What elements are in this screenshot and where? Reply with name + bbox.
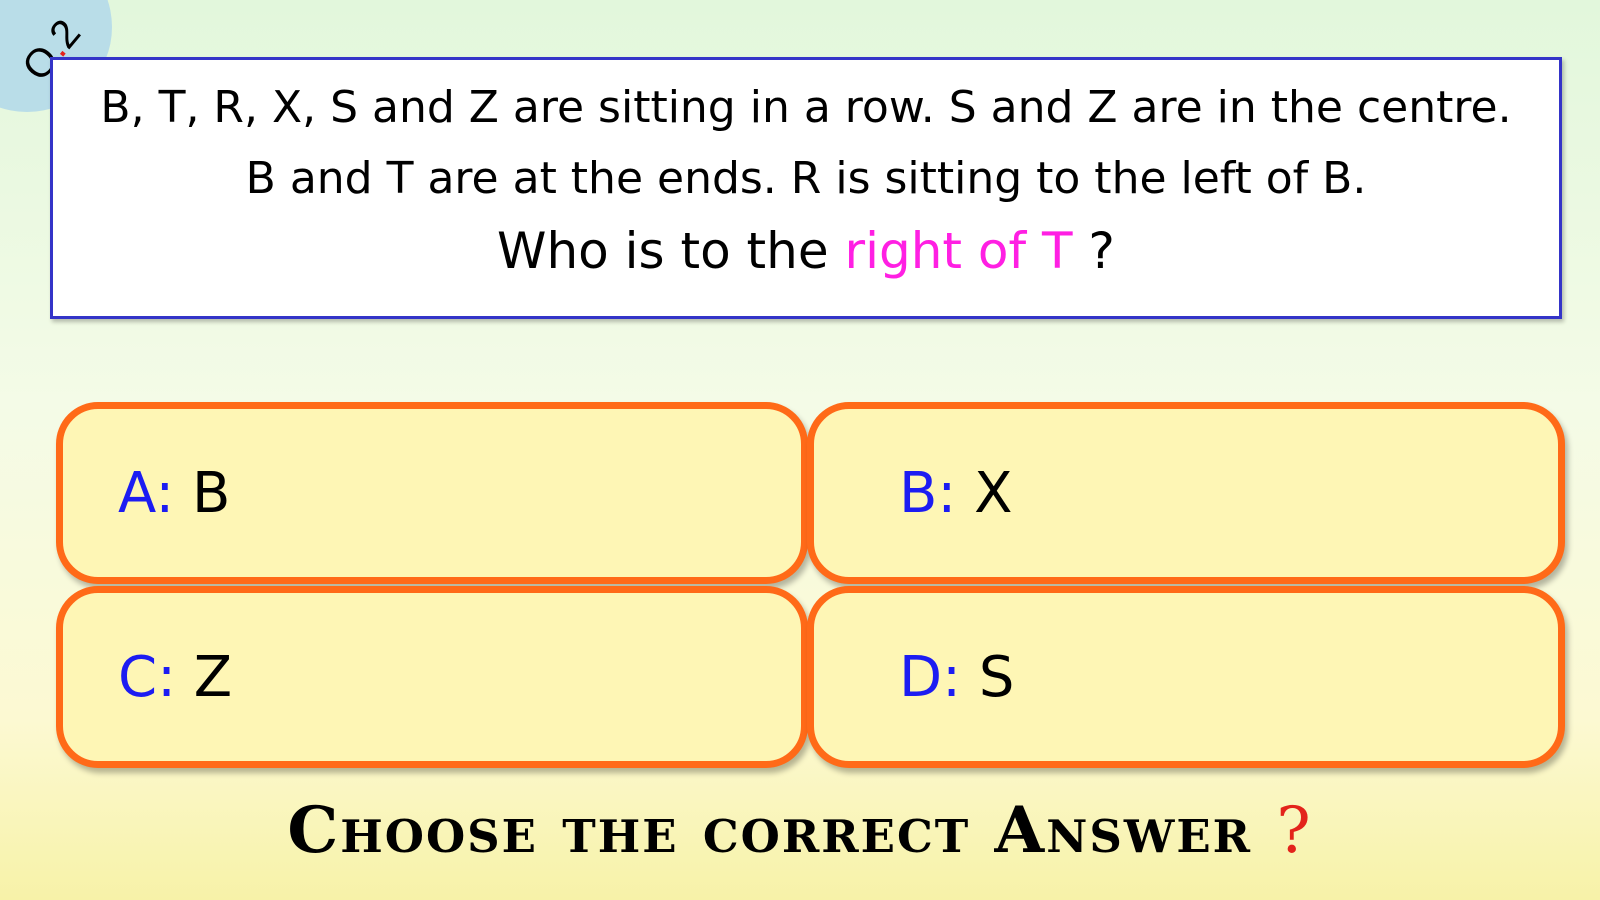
option-d-letter: D:: [899, 645, 961, 710]
option-c-text: C: Z: [118, 645, 232, 710]
option-c-value: Z: [193, 645, 233, 710]
option-c-letter: C:: [118, 645, 176, 710]
option-b-text: B: X: [899, 461, 1012, 526]
option-d-value: S: [978, 645, 1015, 710]
instruction-footer: Choose the correct Answer ?: [0, 793, 1600, 868]
question-line-3-start: Who is to the: [497, 222, 845, 280]
option-b-value: X: [974, 461, 1013, 526]
question-line-1: B, T, R, X, S and Z are sitting in a row…: [100, 82, 1512, 133]
question-box: B, T, R, X, S and Z are sitting in a row…: [50, 57, 1562, 319]
question-line-3-end: ?: [1072, 222, 1115, 280]
option-c-button[interactable]: C: Z: [56, 586, 808, 768]
question-mark-icon: ?: [1276, 794, 1313, 868]
question-line-2: B and T are at the ends. R is sitting to…: [245, 153, 1367, 204]
option-a-letter: A:: [118, 461, 175, 526]
option-b-button[interactable]: B: X: [807, 402, 1565, 584]
instruction-text: Choose the correct Answer: [287, 793, 1253, 868]
option-a-text: A: B: [118, 461, 230, 526]
option-d-button[interactable]: D: S: [807, 586, 1565, 768]
option-a-button[interactable]: A: B: [56, 402, 808, 584]
question-highlight: right of T: [844, 222, 1073, 280]
option-b-letter: B:: [899, 461, 957, 526]
option-a-value: B: [192, 461, 231, 526]
option-d-text: D: S: [899, 645, 1014, 710]
question-line-3: Who is to the right of T ?: [53, 222, 1559, 280]
